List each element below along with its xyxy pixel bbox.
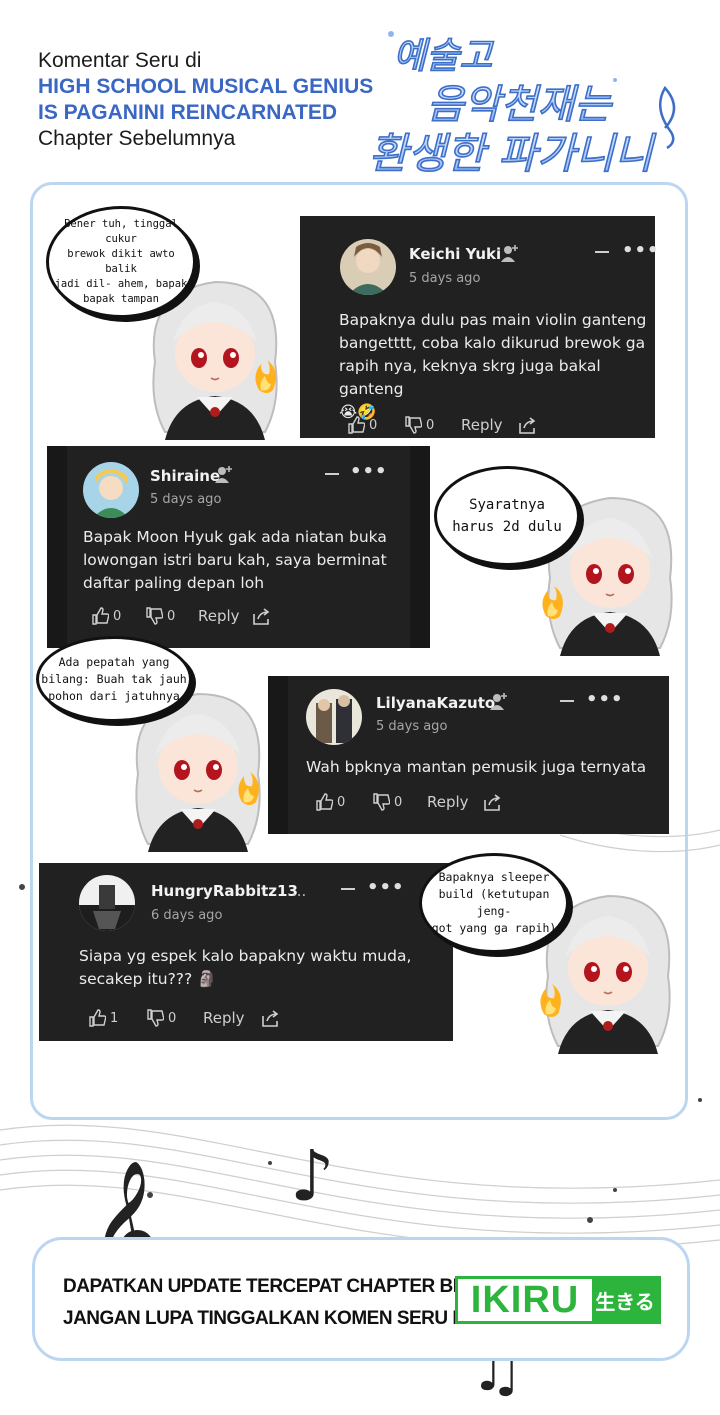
dislike-count: 0 — [167, 608, 176, 624]
minus-icon[interactable] — [341, 888, 355, 890]
header-line-1: Komentar Seru di — [38, 49, 202, 72]
dislike-button[interactable]: 0 — [145, 607, 175, 625]
more-horizontal-icon[interactable]: ••• — [586, 689, 624, 710]
like-button[interactable]: 0 — [91, 607, 121, 625]
like-count: 0 — [337, 794, 346, 810]
add-user-icon[interactable] — [214, 464, 234, 484]
reply-button[interactable]: Reply — [203, 1009, 245, 1027]
comment-text: Siapa yg espek kalo bapakny waktu muda, … — [79, 947, 412, 988]
more-horizontal-icon[interactable]: ••• — [350, 461, 388, 482]
speech-bubble: Bener tuh, tinggal cukur brewok dikit aw… — [46, 206, 196, 318]
username[interactable]: LilyanaKazuto — [376, 694, 495, 712]
dislike-count: 0 — [426, 417, 435, 433]
share-icon[interactable] — [262, 1010, 280, 1027]
add-user-icon[interactable] — [500, 243, 520, 263]
share-icon[interactable] — [253, 608, 271, 625]
more-horizontal-icon[interactable]: ••• — [622, 240, 660, 261]
thumbs-up-icon — [348, 416, 365, 434]
share-icon[interactable] — [519, 417, 537, 434]
like-count: 0 — [113, 608, 122, 624]
thumbs-down-icon — [147, 1009, 164, 1027]
brand-japanese: 生きる — [592, 1279, 658, 1321]
avatar[interactable] — [83, 462, 139, 518]
dislike-button[interactable]: 0 — [372, 793, 402, 811]
thumbs-up-icon — [92, 607, 109, 625]
logo-line-1: 예술고 — [393, 36, 494, 77]
username[interactable]: HungryRabbitz13 — [151, 882, 298, 900]
series-logo: 예술고 음악천재는 환생한 파가니니 — [368, 31, 676, 179]
comment-card: LilyanaKazuto 5 days ago ••• Wah bpknya … — [268, 676, 669, 834]
minus-icon[interactable] — [595, 251, 609, 253]
speech-bubble: Syaratnya harus 2d dulu — [434, 466, 580, 566]
comment-card: Keichi Yuki 5 days ago ••• Bapaknya dulu… — [300, 216, 659, 438]
dislike-button[interactable]: 0 — [404, 416, 434, 434]
comment-text: Bapaknya dulu pas main violin ganteng ba… — [339, 311, 647, 421]
dislike-button[interactable]: 0 — [146, 1009, 176, 1027]
avatar[interactable] — [306, 689, 362, 745]
comment-text: Bapak Moon Hyuk gak ada niatan buka lowo… — [83, 528, 387, 592]
username[interactable]: Shiraine — [150, 467, 220, 485]
thumbs-down-icon — [146, 607, 163, 625]
timestamp: 6 days ago — [151, 908, 223, 923]
series-title-line-1: HIGH SCHOOL MUSICAL GENIUS — [38, 75, 374, 98]
dislike-count: 0 — [168, 1010, 177, 1026]
username-overflow: ... — [292, 882, 307, 900]
reply-button[interactable]: Reply — [427, 793, 469, 811]
speech-bubble: Bapaknya sleeper build (ketutupan jeng- … — [419, 853, 569, 953]
add-user-icon[interactable] — [489, 691, 509, 711]
timestamp: 5 days ago — [150, 492, 222, 507]
thumbs-down-icon — [405, 416, 422, 434]
more-horizontal-icon[interactable]: ••• — [367, 877, 405, 898]
share-icon[interactable] — [484, 794, 502, 811]
reply-button[interactable]: Reply — [198, 607, 240, 625]
avatar[interactable] — [79, 875, 135, 931]
thumbs-up-icon — [316, 793, 333, 811]
music-note-icon: ♪ — [290, 1135, 335, 1217]
speech-bubble: Ada pepatah yang bilang: Buah tak jauh p… — [36, 636, 192, 722]
header-text: Komentar Seru di HIGH SCHOOL MUSICAL GEN… — [38, 48, 378, 152]
like-button[interactable]: 0 — [315, 793, 345, 811]
like-button[interactable]: 1 — [88, 1009, 118, 1027]
logo-line-2: 음악천재는 — [427, 82, 613, 128]
comment-text: Wah bpknya mantan pemusik juga ternyata — [306, 758, 647, 776]
logo-line-3: 환생한 파가니니 — [369, 129, 656, 178]
minus-icon[interactable] — [560, 700, 574, 702]
username[interactable]: Keichi Yuki — [409, 245, 501, 263]
comment-card: Shiraine 5 days ago ••• Bapak Moon Hyuk … — [47, 446, 430, 648]
like-count: 0 — [369, 417, 378, 433]
minus-icon[interactable] — [325, 473, 339, 475]
like-button[interactable]: 0 — [347, 416, 377, 434]
reply-button[interactable]: Reply — [461, 416, 503, 434]
avatar[interactable] — [340, 239, 396, 295]
brand-name: IKIRU — [458, 1279, 592, 1321]
thumbs-down-icon — [373, 793, 390, 811]
thumbs-up-icon — [89, 1009, 106, 1027]
dislike-count: 0 — [394, 794, 403, 810]
ikiru-brand-logo[interactable]: IKIRU 生きる — [455, 1276, 661, 1324]
like-count: 1 — [110, 1010, 119, 1026]
comment-card: HungryRabbitz13 ... 6 days ago ••• Siapa… — [39, 863, 453, 1041]
timestamp: 5 days ago — [376, 719, 448, 734]
timestamp: 5 days ago — [409, 271, 481, 286]
series-title-line-2: IS PAGANINI REINCARNATED — [38, 101, 338, 124]
header-line-4: Chapter Sebelumnya — [38, 127, 236, 150]
